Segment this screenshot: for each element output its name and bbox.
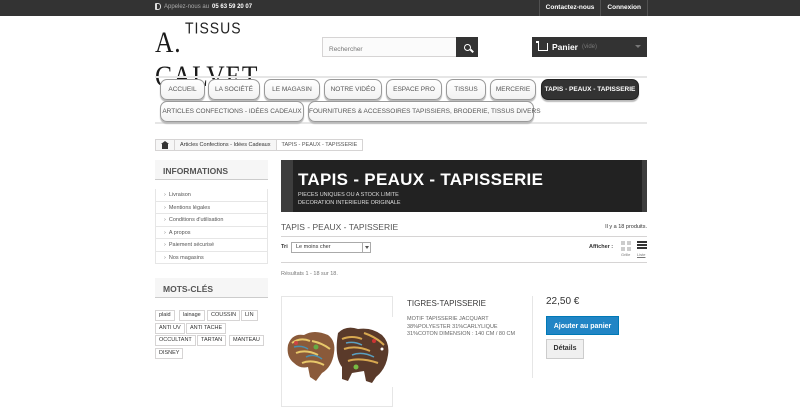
sort-label: Tri xyxy=(281,244,288,250)
tag-link[interactable]: TARTAN xyxy=(197,335,227,346)
tag-link[interactable]: COUSSIN xyxy=(207,310,241,321)
menu-item-accueil[interactable]: Accueil xyxy=(160,79,205,100)
category-name: TAPIS - PEAUX - TAPISSERIE xyxy=(281,222,399,232)
category-banner: TAPIS - PEAUX - TAPISSERIE PIECES UNIQUE… xyxy=(281,160,647,212)
top-bar: Appelez-nous au 05 63 59 20 07 Contactez… xyxy=(0,0,800,16)
menu-item-magasin[interactable]: Le magasin xyxy=(264,79,320,100)
phone-label: Appelez-nous au xyxy=(164,3,210,10)
menu-item-mercerie[interactable]: Mercerie xyxy=(490,79,536,100)
menu-item-tapis[interactable]: Tapis - Peaux - Tapisserie xyxy=(541,79,639,100)
cart-label: Panier xyxy=(552,42,578,52)
menu-item-video[interactable]: Notre Vidéo xyxy=(324,79,382,100)
divider xyxy=(281,262,647,263)
search-box xyxy=(322,37,478,59)
breadcrumb: Articles Confections - Idées Cadeaux TAP… xyxy=(155,139,364,151)
details-button[interactable]: Détails xyxy=(546,339,584,359)
divider xyxy=(281,236,647,237)
product-name[interactable]: TIGRES-TAPISSERIE xyxy=(407,299,486,308)
search-input[interactable] xyxy=(323,40,457,59)
login-link[interactable]: Connexion xyxy=(600,0,648,16)
chevron-down-icon xyxy=(635,45,641,48)
results-count: Résultats 1 - 18 sur 18. xyxy=(281,271,338,277)
banner-line: PIECES UNIQUES OU A STOCK LIMITE xyxy=(298,192,399,198)
breadcrumb-item[interactable]: Articles Confections - Idées Cadeaux xyxy=(175,139,277,151)
phone-info: Appelez-nous au 05 63 59 20 07 xyxy=(155,3,252,10)
contact-link[interactable]: Contactez-nous xyxy=(538,0,601,16)
home-icon xyxy=(161,140,169,149)
breadcrumb-home[interactable] xyxy=(155,139,175,151)
breadcrumb-current: TAPIS - PEAUX - TAPISSERIE xyxy=(276,139,364,151)
grid-view-icon[interactable] xyxy=(621,241,631,251)
tags-title: Mots-clés xyxy=(155,278,268,298)
banner-title: TAPIS - PEAUX - TAPISSERIE xyxy=(298,170,544,189)
tiger-tapestry-image xyxy=(282,317,394,387)
informations-title: Informations xyxy=(155,160,268,180)
menu-item-articles-confections[interactable]: Articles Confections - Idées Cadeaux xyxy=(160,101,304,122)
top-nav: Contactez-nous Connexion xyxy=(538,0,648,16)
tag-link[interactable]: DISNEY xyxy=(155,348,184,359)
site-logo[interactable]: TISSUS A. CALVET xyxy=(155,19,259,93)
view-label: Afficher : xyxy=(589,244,614,250)
chevron-down-icon xyxy=(362,243,370,252)
grid-view-label: Grille xyxy=(621,252,631,257)
tag-link[interactable]: ANTI UV xyxy=(155,323,185,334)
tag-link[interactable]: plaid xyxy=(155,310,175,321)
tag-link[interactable]: LIN xyxy=(241,310,258,321)
tag-link[interactable]: OCCULTANT xyxy=(155,335,196,346)
product-image[interactable] xyxy=(281,296,394,407)
menu-item-espace-pro[interactable]: Espace Pro xyxy=(386,79,442,100)
sort-select[interactable]: Le moins cher xyxy=(291,242,371,253)
tag-link[interactable]: ANTI TACHE xyxy=(186,323,227,334)
search-button[interactable] xyxy=(456,37,478,57)
menu-item-societe[interactable]: La Société xyxy=(208,79,260,100)
product-description: MOTIF TAPISSERIE JACQUART 38%POLYESTER 3… xyxy=(407,316,516,337)
info-link-paiement[interactable]: Paiement sécurisé xyxy=(155,239,268,252)
product-item: TIGRES-TAPISSERIE MOTIF TAPISSERIE JACQU… xyxy=(281,296,647,407)
banner-line: DECORATION INTERIEURE ORIGINALE xyxy=(298,200,401,206)
info-link-livraison[interactable]: Livraison xyxy=(155,189,268,202)
phone-icon xyxy=(155,3,161,10)
informations-list: Livraison Mentions légales Conditions d'… xyxy=(155,189,268,264)
info-link-mentions[interactable]: Mentions légales xyxy=(155,201,268,214)
info-link-conditions[interactable]: Conditions d'utilisation xyxy=(155,214,268,227)
list-view-label: Liste xyxy=(637,252,646,257)
phone-number: 05 63 59 20 07 xyxy=(212,3,253,10)
menu-item-tissus[interactable]: Tissus xyxy=(446,79,486,100)
info-link-magasins[interactable]: Nos magasins xyxy=(155,251,268,264)
add-to-cart-button[interactable]: Ajouter au panier xyxy=(546,316,619,335)
cart-button[interactable]: Panier (vide) xyxy=(532,37,647,57)
list-view-icon[interactable] xyxy=(637,241,647,251)
tag-link[interactable]: MANTEAU xyxy=(229,335,264,346)
sort-value: Le moins cher xyxy=(296,244,331,250)
product-count: Il y a 18 produits. xyxy=(605,224,647,230)
menu-item-fournitures[interactable]: Fournitures & Accessoires Tapissiers, Br… xyxy=(308,101,541,122)
cart-icon xyxy=(536,41,548,51)
info-link-a-propos[interactable]: A propos xyxy=(155,226,268,239)
product-price: 22,50 € xyxy=(546,296,580,307)
cart-status: (vide) xyxy=(582,44,598,50)
tag-link[interactable]: lainage xyxy=(179,310,205,321)
divider xyxy=(532,296,533,378)
search-icon xyxy=(463,43,471,51)
sort-bar: Tri Le moins cher Afficher : Grille List… xyxy=(281,241,647,261)
